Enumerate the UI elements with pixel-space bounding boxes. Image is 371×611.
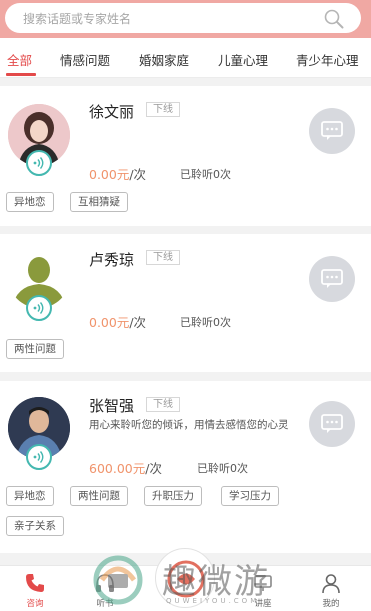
search-header: 搜索话题或专家姓名 bbox=[0, 0, 371, 38]
expert-card[interactable]: 徐文丽 下线 0.00元/次 已聆听0次 异地恋 互相猜疑 bbox=[0, 86, 371, 226]
listen-count: 已聆听0次 bbox=[180, 316, 231, 329]
topic-tag[interactable]: 学习压力 bbox=[221, 486, 279, 506]
status-badge: 下线 bbox=[146, 102, 180, 117]
status-badge: 下线 bbox=[146, 397, 180, 412]
expert-name: 卢秀琼 bbox=[89, 251, 135, 269]
voice-icon[interactable] bbox=[26, 150, 52, 176]
price-unit: /次 bbox=[129, 315, 147, 330]
expert-name: 张智强 bbox=[89, 397, 135, 415]
topic-tag[interactable]: 异地恋 bbox=[6, 192, 54, 212]
watermark-subtext: QUWEIYOU.COM bbox=[166, 597, 260, 605]
tab-marriage[interactable]: 婚姻家庭 bbox=[139, 50, 189, 69]
voice-icon[interactable] bbox=[26, 444, 52, 470]
expert-intro: 用心来聆听您的倾诉，用情去感悟您的心灵 bbox=[89, 419, 289, 431]
active-tab-indicator bbox=[6, 73, 36, 76]
voice-icon[interactable] bbox=[26, 295, 52, 321]
listen-count: 已聆听0次 bbox=[180, 168, 231, 181]
topic-tag[interactable]: 两性问题 bbox=[70, 486, 128, 506]
price-value: 600.00元 bbox=[89, 461, 146, 476]
phone-icon bbox=[26, 574, 44, 592]
listen-count: 已聆听0次 bbox=[197, 462, 248, 475]
chat-button[interactable] bbox=[309, 256, 355, 302]
expert-card[interactable]: 张智强 下线 用心来聆听您的倾诉，用情去感悟您的心灵 600.00元/次 已聆听… bbox=[0, 381, 371, 553]
watermark-text: 趣微游 bbox=[162, 562, 270, 602]
chat-button[interactable] bbox=[309, 108, 355, 154]
category-tabs: 全部 情感问题 婚姻家庭 儿童心理 青少年心理 bbox=[0, 38, 371, 78]
tab-all[interactable]: 全部 bbox=[7, 50, 32, 69]
price-unit: /次 bbox=[129, 167, 147, 182]
search-input[interactable]: 搜索话题或专家姓名 bbox=[5, 3, 361, 33]
nav-consult[interactable]: 咨询 bbox=[0, 566, 70, 611]
price: 0.00元/次 bbox=[89, 164, 146, 183]
topic-tag[interactable]: 两性问题 bbox=[6, 339, 64, 359]
watermark-logo-icon bbox=[93, 555, 143, 605]
topic-tag[interactable]: 亲子关系 bbox=[6, 516, 64, 536]
topic-tag[interactable]: 升职压力 bbox=[144, 486, 202, 506]
expert-card[interactable]: 卢秀琼 下线 0.00元/次 已聆听0次 两性问题 bbox=[0, 234, 371, 372]
tab-child[interactable]: 儿童心理 bbox=[218, 50, 268, 69]
tab-emotion[interactable]: 情感问题 bbox=[60, 50, 110, 69]
watermark: 趣微游 QUWEIYOU.COM bbox=[92, 552, 342, 610]
tab-teen[interactable]: 青少年心理 bbox=[296, 50, 359, 69]
price: 0.00元/次 bbox=[89, 312, 146, 331]
price-unit: /次 bbox=[145, 461, 162, 476]
price-value: 0.00元 bbox=[89, 167, 130, 182]
expert-name: 徐文丽 bbox=[89, 103, 135, 121]
nav-label: 咨询 bbox=[26, 599, 44, 609]
topic-tag[interactable]: 互相猜疑 bbox=[70, 192, 128, 212]
price: 600.00元/次 bbox=[89, 458, 162, 477]
topic-tag[interactable]: 异地恋 bbox=[6, 486, 54, 506]
status-badge: 下线 bbox=[146, 250, 180, 265]
search-icon[interactable] bbox=[323, 8, 345, 30]
price-value: 0.00元 bbox=[89, 315, 130, 330]
search-placeholder: 搜索话题或专家姓名 bbox=[23, 12, 132, 26]
chat-button[interactable] bbox=[309, 401, 355, 447]
